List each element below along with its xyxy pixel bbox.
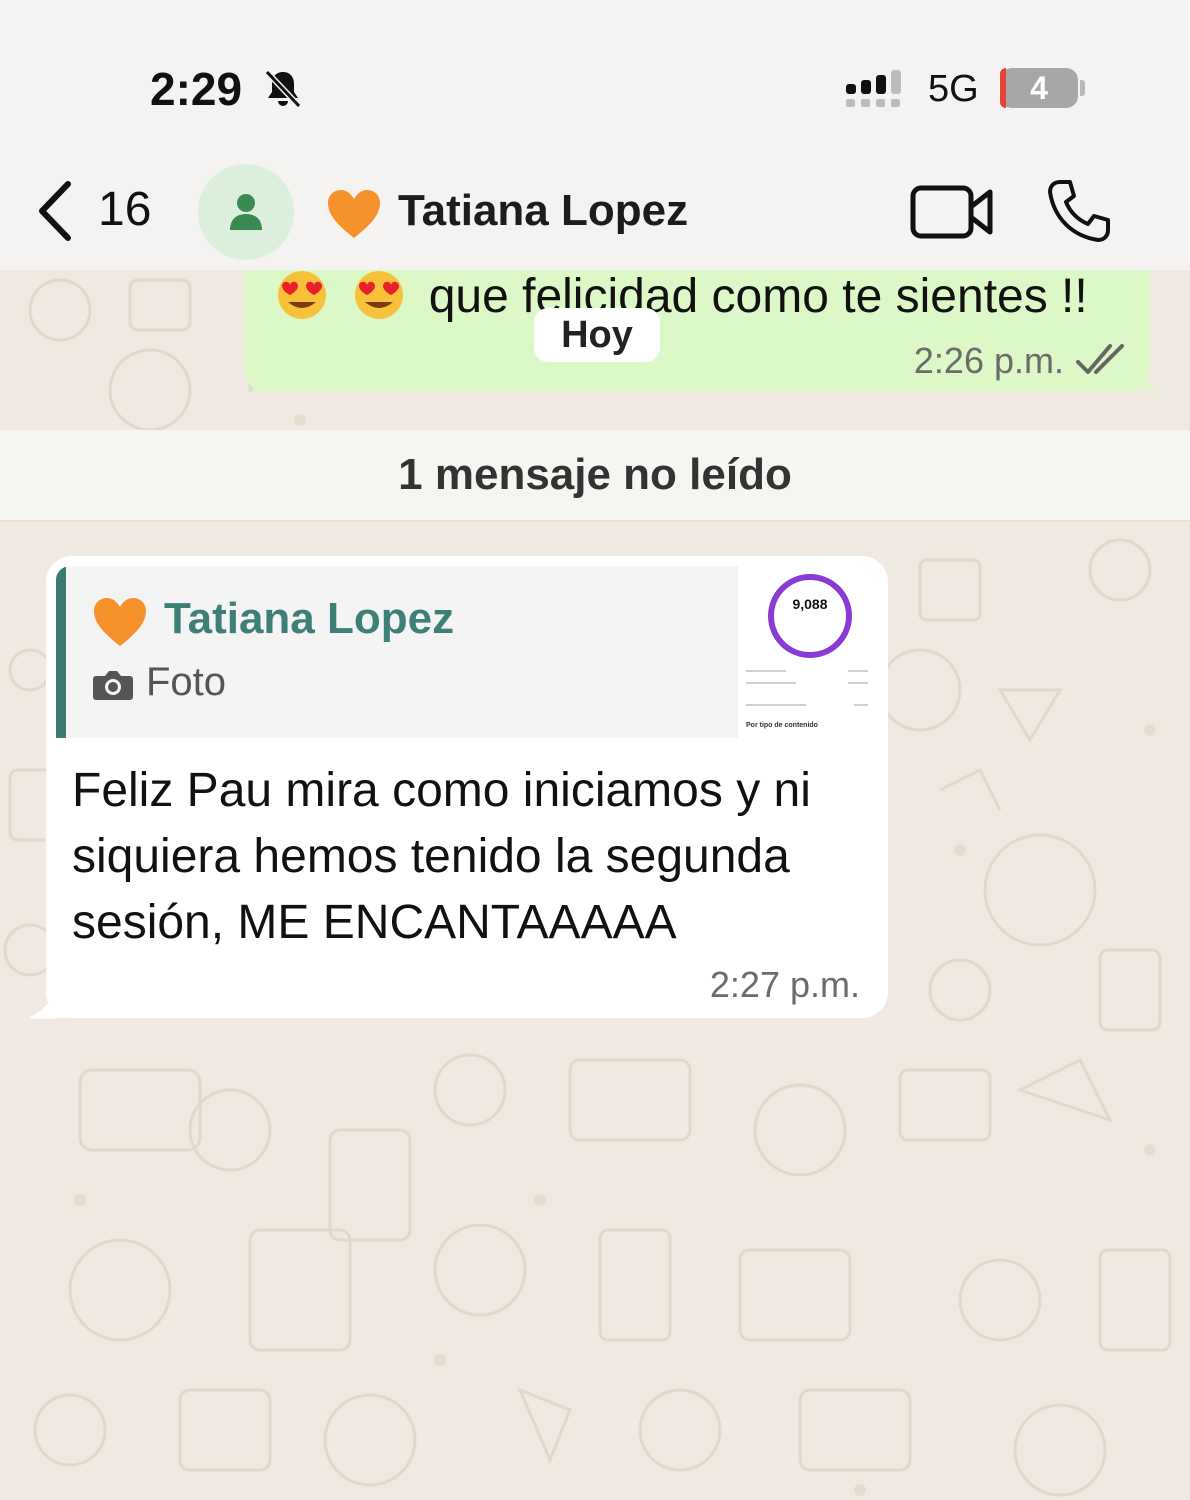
photo-thumbnail[interactable]: 9,088 Por tipo de contenido (738, 566, 876, 738)
video-call-icon (910, 185, 993, 239)
thumbnail-ring (768, 574, 852, 658)
quote-media-type: Foto (146, 660, 227, 704)
status-time: 2:29 (150, 63, 243, 115)
contact-name[interactable]: Tatiana Lopez (398, 186, 688, 236)
read-ticks-icon (1076, 342, 1128, 383)
thumbnail-line (848, 670, 868, 672)
battery-level: 4 (1030, 70, 1048, 106)
battery-tip (1080, 80, 1085, 96)
heart-eyes-emoji (274, 270, 330, 329)
unread-chats-count[interactable]: 16 (98, 182, 151, 237)
outgoing-message[interactable]: que felicidad como te sientes !! 2:26 p.… (244, 270, 1150, 392)
chat-header: 16 Tatiana Lopez (0, 150, 1190, 270)
message-time: 2:27 p.m. (709, 964, 860, 1005)
network-type: 5G (928, 68, 979, 110)
back-button[interactable] (32, 180, 82, 242)
quote-accent-bar (56, 566, 66, 738)
signal-icon (846, 70, 908, 113)
camera-icon (92, 668, 134, 707)
unread-banner-text: 1 mensaje no leído (398, 450, 792, 499)
incoming-message[interactable]: Tatiana Lopez Foto 9,088 Por tipo de con… (46, 556, 888, 1018)
thumbnail-caption: Por tipo de contenido (746, 722, 818, 729)
outgoing-message-text: que felicidad como te sientes !! (428, 270, 1088, 324)
thumbnail-line (848, 682, 868, 684)
quote-sender-name: Tatiana Lopez (164, 594, 455, 643)
thumbnail-line (746, 682, 796, 684)
orange-heart-icon (326, 188, 382, 245)
thumbnail-value: 9,088 (792, 596, 828, 612)
incoming-message-text: Feliz Pau mira como iniciamos y ni siqui… (72, 764, 811, 949)
phone-icon (1048, 180, 1110, 242)
bell-slash-icon (262, 68, 304, 115)
avatar[interactable] (198, 164, 294, 260)
thumbnail-line (746, 670, 786, 672)
video-call-button[interactable] (910, 184, 994, 245)
voice-call-button[interactable] (1046, 178, 1112, 249)
back-chevron-icon (39, 181, 71, 241)
date-separator: Hoy (534, 308, 660, 362)
outgoing-message-content: que felicidad como te sientes !! (274, 270, 1088, 329)
bubble-tail (1130, 350, 1164, 397)
battery-icon: 4 (1000, 68, 1078, 108)
orange-heart-icon (92, 596, 148, 653)
thumbnail-line (854, 704, 868, 706)
quoted-message[interactable]: Tatiana Lopez Foto 9,088 Por tipo de con… (56, 566, 876, 738)
status-bar: 2:29 5G 4 (0, 0, 1190, 150)
thumbnail-line (746, 704, 806, 706)
heart-eyes-emoji (351, 270, 407, 329)
message-time: 2:26 p.m. (913, 340, 1064, 381)
contact-avatar-icon (230, 194, 262, 230)
unread-banner: 1 mensaje no leído (0, 430, 1190, 522)
